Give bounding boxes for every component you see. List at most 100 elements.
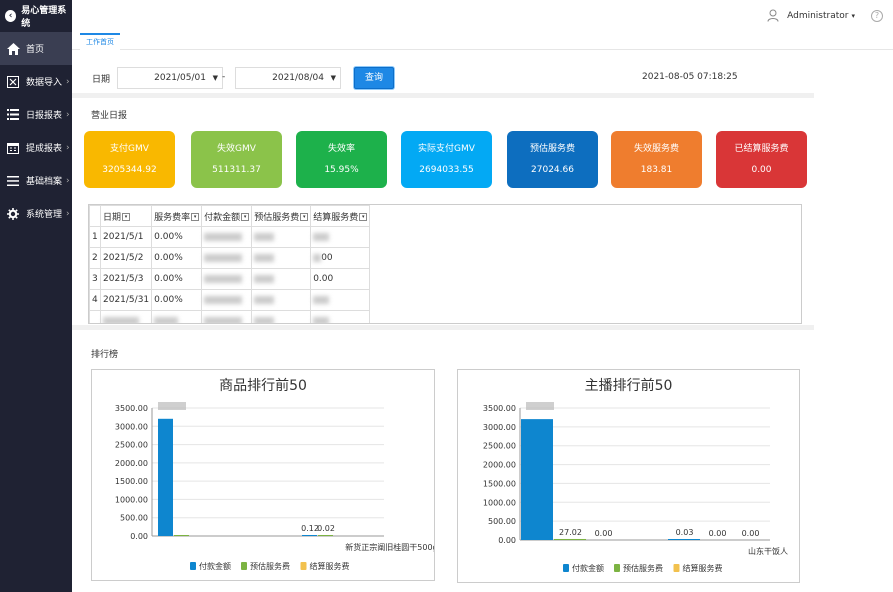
section-title-daily: 营业日报 <box>91 111 128 121</box>
rate-cell: 0.00% <box>151 289 203 311</box>
y-tick-label: 2000.00 <box>115 459 148 468</box>
column-header[interactable]: 付款金额 ▾ <box>201 205 253 227</box>
date-cell: 2021/5/1 <box>99 226 153 248</box>
data-label: 0.00 <box>709 529 727 538</box>
y-tick-label: 2000.00 <box>483 461 516 470</box>
kpi-title: 预估服务费 <box>529 144 575 154</box>
sidebar-item-label: 基础档案 <box>26 177 63 187</box>
column-header[interactable]: 结算服务费 ▾ <box>310 205 371 227</box>
redacted-label <box>526 402 554 410</box>
filter-dropdown-icon[interactable]: ▾ <box>241 213 250 221</box>
sidebar-item-label: 首页 <box>26 45 45 55</box>
filter-dropdown-icon[interactable]: ▾ <box>359 213 368 221</box>
kpi-card-invalid-gmv: 失效GMV 511311.37 <box>191 131 282 188</box>
sidebar-item-basic-archive[interactable]: 基础档案 › <box>0 164 72 197</box>
caret-down-icon: ▼ <box>212 74 218 82</box>
tab-workspace-home[interactable]: 工作首页 <box>80 33 120 50</box>
legend-label: 结算服务费 <box>683 563 723 573</box>
column-header[interactable]: 预估服务费 ▾ <box>251 205 312 227</box>
column-header[interactable]: 日期 ▾ <box>99 205 153 227</box>
filter-dropdown-icon[interactable]: ▾ <box>191 213 200 221</box>
y-tick-label: 0.00 <box>130 532 148 541</box>
bar <box>158 418 173 536</box>
user-menu[interactable]: Administrator ▾ <box>767 9 855 23</box>
redacted-cell <box>310 310 371 323</box>
legend-label: 预估服务费 <box>623 563 663 573</box>
sidebar-item-home[interactable]: 首页 <box>0 32 72 65</box>
chevron-right-icon: › <box>66 175 70 186</box>
sidebar-item-label: 数据导入 <box>26 78 63 88</box>
filter-dropdown-icon[interactable]: ▾ <box>122 213 131 221</box>
redacted-cell <box>201 226 253 248</box>
kpi-card-settled-fee: 已结算服务费 0.00 <box>716 131 807 188</box>
y-tick-label: 3500.00 <box>483 404 516 413</box>
redacted-cell <box>201 310 253 323</box>
y-tick-label: 2500.00 <box>483 442 516 451</box>
legend-label: 付款金额 <box>199 561 231 571</box>
bar <box>554 538 586 540</box>
anchor-ranking-chart: 主播排行前50 0.00 500.00 1000.00 1500.00 2000.00 25… <box>457 369 800 583</box>
user-icon <box>767 9 781 23</box>
y-tick-label: 1500.00 <box>483 479 516 488</box>
sidebar-item-commission-report[interactable]: 提成报表 › <box>0 131 72 164</box>
row-number-header <box>89 205 101 227</box>
kpi-card-invalid-fee: 失效服务费 183.81 <box>611 131 702 188</box>
back-icon[interactable]: ‹ <box>5 10 17 22</box>
rate-cell: 0.00% <box>151 268 203 290</box>
kpi-card-pay-gmv: 支付GMV 3205344.92 <box>84 131 175 188</box>
y-tick-label: 3000.00 <box>115 422 148 431</box>
daily-table[interactable]: 日期 ▾ 服务费率 ▾ 付款金额 ▾ 预估服务费 ▾ 结算服务费 ▾ 1 2021/5/1… <box>88 204 802 324</box>
anchor-ranking-chart-svg: 主播排行前50 0.00 500.00 1000.00 1500.00 2000.00 25… <box>483 377 788 573</box>
table-row[interactable]: 2 2021/5/2 0.00% 00 <box>89 247 371 269</box>
row-number: 4 <box>89 289 101 311</box>
rate-cell: 0.00% <box>151 226 203 248</box>
sidebar-item-data-import[interactable]: 数据导入 › <box>0 65 72 98</box>
sidebar-item-label: 提成报表 <box>26 144 63 154</box>
date-separator: - <box>222 72 226 82</box>
kpi-title: 实际支付GMV <box>418 144 475 154</box>
query-button[interactable]: 查询 <box>354 67 394 89</box>
bar <box>318 535 333 536</box>
date-cell <box>99 310 153 323</box>
gear-icon <box>6 207 20 221</box>
chevron-right-icon: › <box>66 109 70 120</box>
kpi-card-est-fee: 预估服务费 27024.66 <box>507 131 598 188</box>
table-row[interactable]: 1 2021/5/1 0.00% <box>89 226 371 248</box>
y-tick-label: 1000.00 <box>483 498 516 507</box>
end-date-value: 2021/08/04 <box>272 73 324 83</box>
sidebar: ‹ 易心管理系统 首页 数据导入 › 日报报表 › 提成报表 › 基础档案 › … <box>0 0 72 592</box>
sidebar-item-daily-report[interactable]: 日报报表 › <box>0 98 72 131</box>
end-date-picker[interactable]: 2021/08/04 ▼ <box>235 67 341 89</box>
table-row[interactable]: 4 2021/5/31 0.00% <box>89 289 371 311</box>
brand-name: 易心管理系统 <box>21 6 67 29</box>
x-tick-label: 山东干饭人 <box>748 546 788 556</box>
product-ranking-chart: 商品排行前50 0.00 500.00 1000.00 1500.00 2000.00 25… <box>91 369 435 581</box>
kpi-card-actual-gmv: 实际支付GMV 2694033.55 <box>401 131 492 188</box>
y-tick-label: 500.00 <box>488 517 516 526</box>
bar <box>174 535 189 536</box>
legend-swatch <box>614 564 620 572</box>
kpi-title: 支付GMV <box>110 144 149 154</box>
timestamp: 2021-08-05 07:18:25 <box>642 72 738 82</box>
user-name: Administrator <box>787 11 849 21</box>
redacted-label <box>158 402 186 410</box>
column-header[interactable]: 服务费率 ▾ <box>151 205 203 227</box>
help-icon[interactable]: ? <box>871 10 883 22</box>
x-tick-label: 新货正宗阐旧桂圆干500g*1袋 <box>345 542 434 552</box>
calendar-icon <box>6 141 20 155</box>
settle-cell: 00 <box>310 247 371 269</box>
chevron-right-icon: › <box>66 142 70 153</box>
legend-label: 付款金额 <box>572 563 604 573</box>
filter-dropdown-icon[interactable]: ▾ <box>300 213 309 221</box>
legend-label: 结算服务费 <box>310 561 350 571</box>
table-row[interactable]: 3 2021/5/3 0.00% 0.00 <box>89 268 371 290</box>
y-tick-label: 3000.00 <box>483 423 516 432</box>
caret-down-icon: ▾ <box>851 12 855 20</box>
kpi-title: 失效率 <box>327 144 355 154</box>
start-date-picker[interactable]: 2021/05/01 ▼ <box>117 67 223 89</box>
brand: ‹ 易心管理系统 <box>0 0 72 32</box>
sidebar-item-system-management[interactable]: 系统管理 › <box>0 197 72 230</box>
data-label: 0.02 <box>317 524 335 533</box>
excel-icon <box>6 75 20 89</box>
table-row[interactable] <box>89 310 371 323</box>
